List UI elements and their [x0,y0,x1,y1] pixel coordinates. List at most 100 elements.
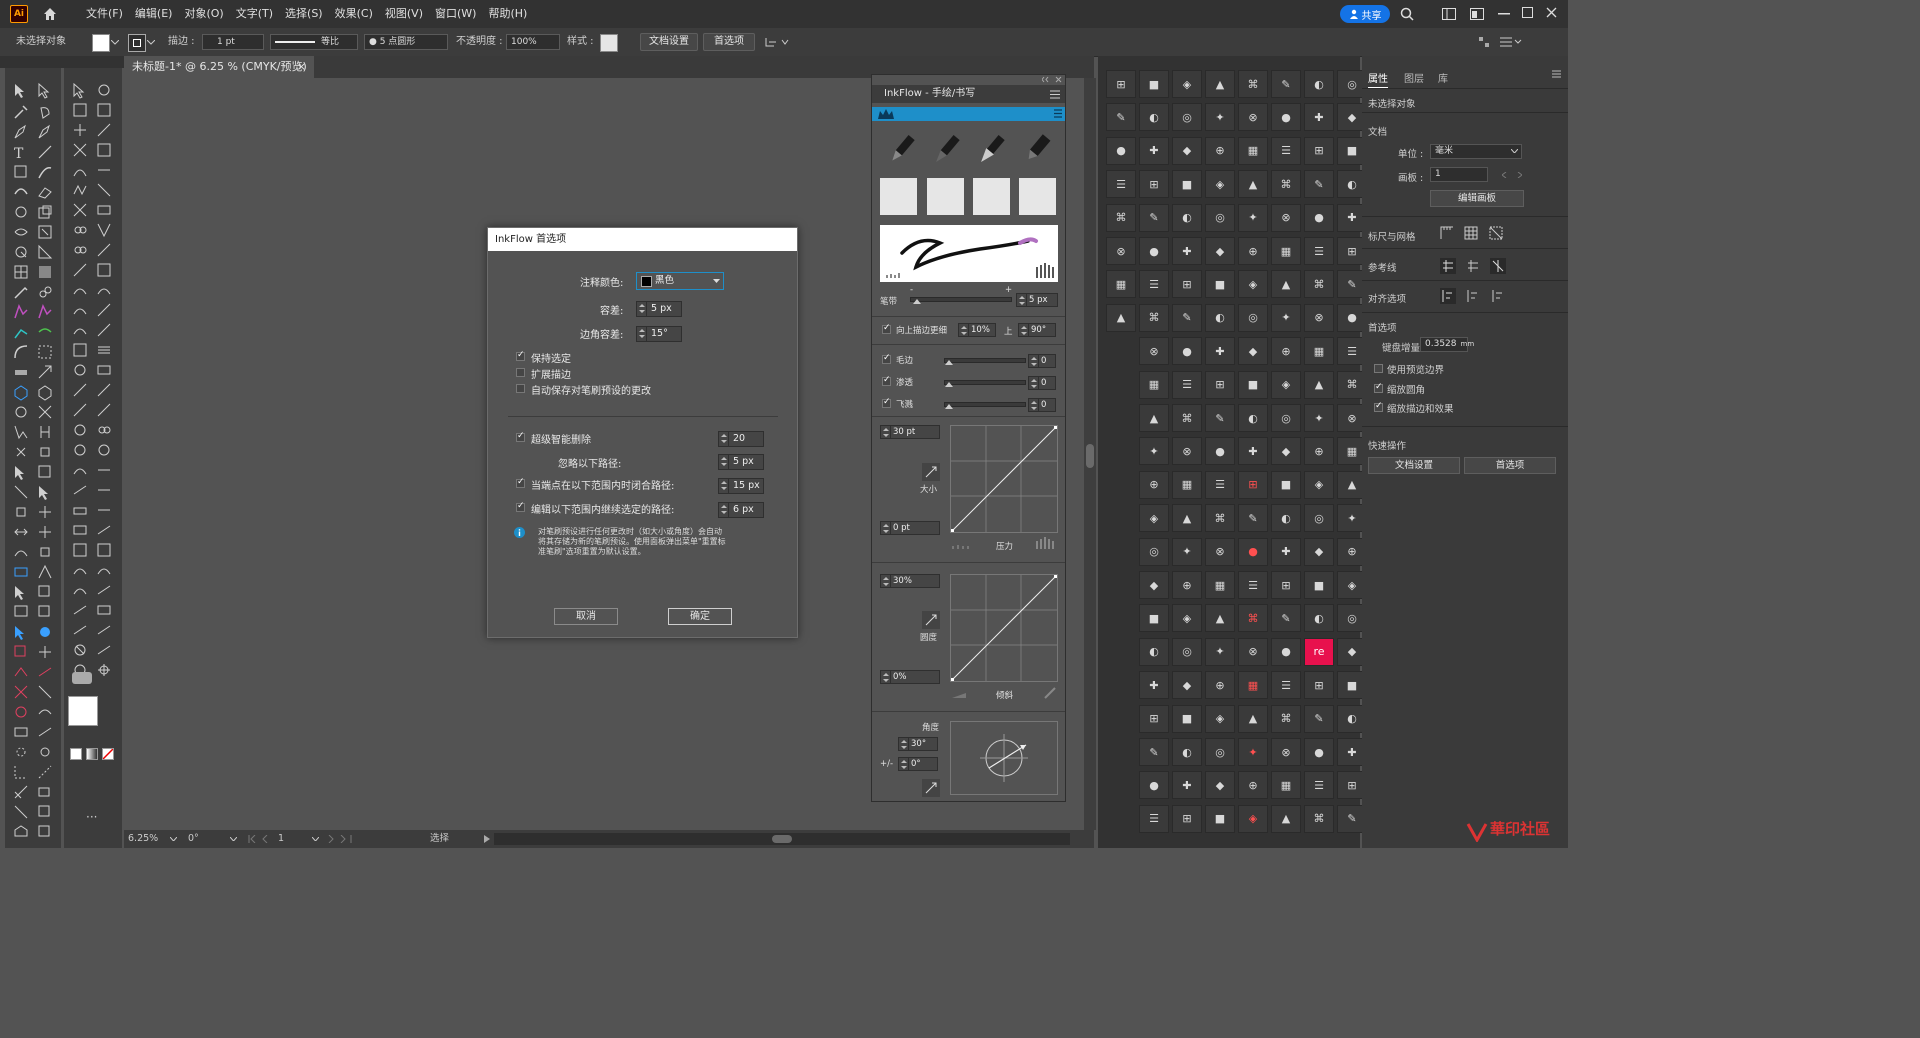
extension-panel-icon[interactable]: ✚ [1205,337,1235,366]
edit-artboard-button[interactable]: 编辑画板 [1430,190,1524,207]
fill-swatch[interactable] [92,34,110,52]
extension-panel-icon[interactable]: ✦ [1238,738,1268,766]
scrollbar-thumb[interactable] [772,835,792,843]
artboard-first-prev-icon[interactable] [248,835,274,843]
extension-panel-icon[interactable]: ◈ [1172,604,1202,633]
extension-panel-icon[interactable]: ⌘ [1238,604,1268,633]
extension-panel-icon[interactable]: ⊕ [1238,771,1268,800]
extension-panel-icon[interactable]: ◐ [1304,70,1334,98]
extension-panel-icon[interactable]: ■ [1304,571,1334,599]
extension-panel-icon[interactable]: ⊗ [1139,337,1169,366]
extension-panel-icon[interactable]: ✦ [1304,404,1334,432]
gradient-mode-button[interactable] [86,748,98,760]
stroke-swatch[interactable] [128,34,146,52]
extension-panel-icon[interactable]: ◆ [1205,771,1235,800]
extension-panel-icon[interactable]: ■ [1139,70,1169,98]
extension-panel-icon[interactable]: ◈ [1139,504,1169,533]
autosave-checkbox[interactable] [516,384,525,393]
artboard-next-last-icon[interactable] [326,835,352,843]
continue-paths-field[interactable]: 6 px [718,502,764,518]
extension-panel-icon[interactable]: ◈ [1238,804,1268,833]
extension-panel-icon[interactable]: ⌘ [1106,203,1136,232]
extension-panel-icon[interactable]: ▦ [1172,470,1202,499]
menu-edit[interactable]: 编辑(E) [129,0,179,28]
tilt-graph[interactable] [950,574,1058,682]
corner-tolerance-field[interactable]: 15° [636,326,682,342]
link-icon[interactable] [922,611,940,629]
extension-panel-icon[interactable]: ☰ [1238,571,1268,599]
extension-panel-icon[interactable]: ▦ [1271,237,1301,265]
pressure-graph[interactable] [950,425,1058,533]
extension-panel-icon[interactable]: ◐ [1238,404,1268,432]
extension-panel-icon[interactable]: ● [1304,203,1334,232]
extension-panel-icon[interactable]: ⌘ [1205,504,1235,533]
extension-panel-icon[interactable]: ⌘ [1238,70,1268,98]
artboard-select[interactable]: 1 [1430,167,1488,182]
align-icon[interactable] [1478,36,1490,48]
scrollbar-thumb[interactable] [1086,444,1094,468]
units-select[interactable]: 毫米 [1430,144,1522,159]
extension-panel-icon[interactable]: ✎ [1106,103,1136,132]
extension-panel-icon[interactable]: ◎ [1304,504,1334,533]
extension-panel-icon[interactable]: ◎ [1139,537,1169,566]
close-icon[interactable] [1546,7,1557,18]
roundness-max-field[interactable]: 30% [880,574,940,588]
artboard-nav-icon[interactable] [1502,172,1522,178]
extension-panel-icon[interactable]: ▦ [1106,270,1136,299]
extension-panel-icon[interactable]: ◎ [1172,637,1202,666]
extension-panel-icon[interactable]: ⌘ [1304,804,1334,833]
ignore-paths-field[interactable]: 5 px [718,454,764,470]
smart-delete-field[interactable]: 20 [718,431,764,447]
extension-panel-icon[interactable]: ☰ [1304,237,1334,265]
extension-panel-icon[interactable]: ◆ [1172,671,1202,700]
extension-panel-icon[interactable]: ✎ [1271,604,1301,633]
extension-panel-icon[interactable]: ● [1304,738,1334,766]
extension-panel-icon[interactable]: ⊕ [1205,136,1235,165]
extension-panel-icon[interactable]: ☰ [1172,370,1202,399]
extension-panel-icon[interactable]: ◎ [1172,103,1202,132]
extension-panel-icon[interactable]: ✦ [1205,637,1235,666]
menu-help[interactable]: 帮助(H) [482,0,533,28]
extension-panel-icon[interactable]: ◐ [1304,604,1334,633]
extension-panel-icon[interactable]: ✦ [1205,103,1235,132]
extension-panel-icon[interactable]: ⌘ [1139,303,1169,332]
extension-panel-icon[interactable]: ● [1139,237,1169,265]
artboard-number[interactable]: 1 [278,830,284,848]
panel-menu-icon[interactable] [1050,90,1060,99]
brush-size-slider[interactable] [910,297,1012,304]
splatter-field[interactable]: 0 [1028,398,1056,412]
document-tab[interactable]: 未标题-1* @ 6.25 % (CMYK/预览) × [124,56,314,78]
extension-panel-icon[interactable]: ⊕ [1238,237,1268,265]
extension-panel-icon[interactable]: ✎ [1304,704,1334,733]
opacity-field[interactable]: 100% [506,34,560,50]
extension-panel-icon[interactable]: ⊕ [1271,337,1301,366]
extension-panel-icon[interactable]: ✦ [1271,303,1301,332]
stroke-weight-field[interactable]: 1 pt [202,34,264,50]
tolerance-field[interactable]: 5 px [636,301,682,317]
close-paths-checkbox[interactable] [516,477,525,488]
cancel-button[interactable]: 取消 [554,608,618,625]
extension-panel-icon[interactable]: ● [1106,136,1136,165]
menu-object[interactable]: 对象(O) [178,0,229,28]
search-icon[interactable] [1400,7,1414,21]
extension-panel-icon[interactable]: ⊕ [1172,571,1202,599]
ok-button[interactable]: 确定 [668,608,732,625]
extension-panel-icon[interactable]: ✚ [1172,771,1202,800]
extension-panel-icon[interactable]: ⊞ [1304,136,1334,165]
panel-menu-icon[interactable] [1552,70,1561,78]
extension-panel-icon[interactable]: ☰ [1205,470,1235,499]
menu-window[interactable]: 窗口(W) [429,0,482,28]
extension-panel-icon[interactable]: ☰ [1304,771,1334,800]
smart-delete-checkbox[interactable] [516,431,525,442]
extension-panel-icon[interactable]: ■ [1238,370,1268,399]
extension-panel-icon[interactable]: ⊞ [1172,270,1202,299]
scale-corners-checkbox[interactable] [1374,382,1383,393]
continue-paths-checkbox[interactable] [516,501,525,512]
roundness-min-field[interactable]: 0% [880,670,940,684]
extension-panel-icon[interactable]: ⊗ [1238,103,1268,132]
extension-panel-icon[interactable]: ▦ [1238,136,1268,165]
extension-panel-icon[interactable]: ✚ [1304,103,1334,132]
extension-panel-icon[interactable]: ▦ [1238,671,1268,700]
extension-panel-icon[interactable]: ▲ [1271,270,1301,299]
extension-panel-icon[interactable]: ✎ [1238,504,1268,533]
